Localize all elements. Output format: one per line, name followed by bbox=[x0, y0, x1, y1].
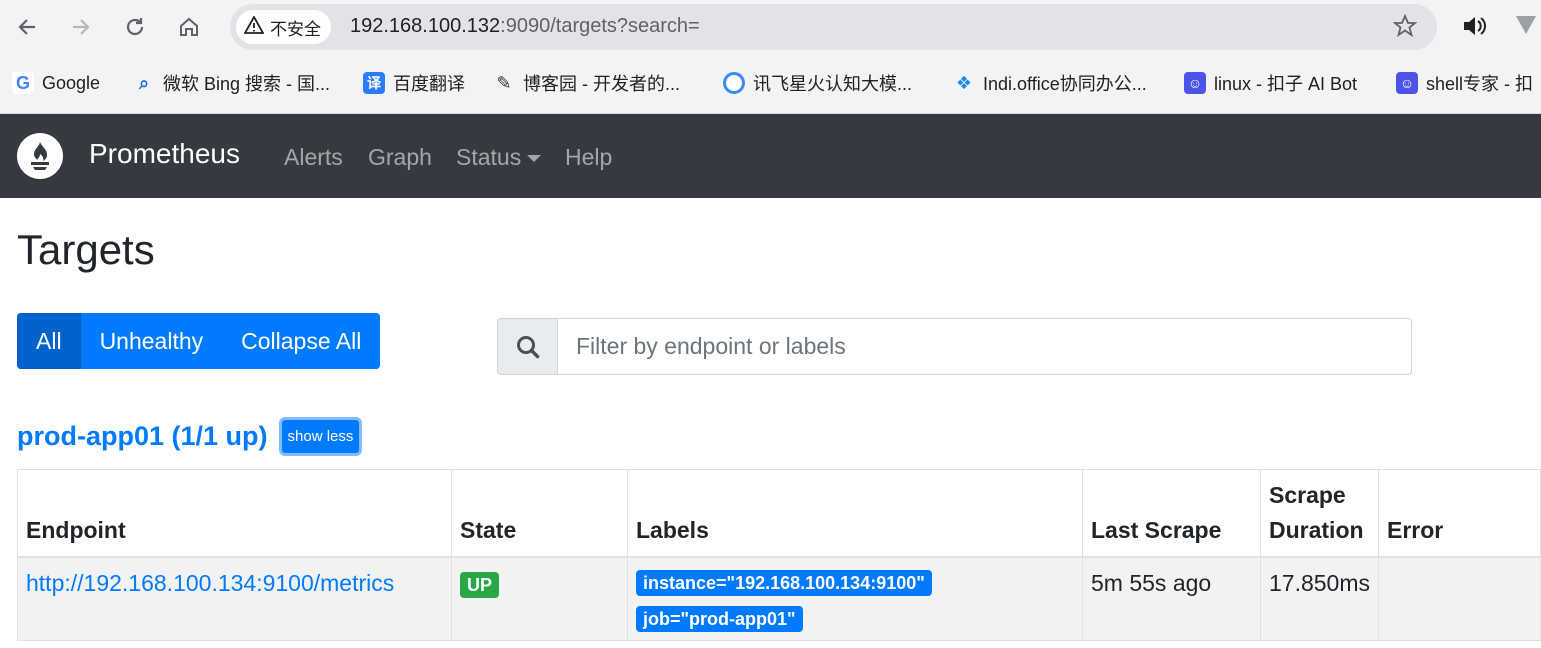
column-header-state: State bbox=[451, 469, 628, 558]
security-chip[interactable]: 不安全 bbox=[236, 10, 331, 44]
prometheus-navbar: Prometheus Alerts Graph Status Help bbox=[0, 114, 1541, 198]
show-less-button[interactable]: show less bbox=[281, 420, 360, 453]
nav-graph[interactable]: Graph bbox=[368, 144, 432, 171]
bookmark-baidu-translate[interactable]: 译 百度翻译 bbox=[363, 68, 465, 98]
indi-icon: ❖ bbox=[955, 72, 973, 93]
last-scrape-cell: 5m 55s ago bbox=[1082, 556, 1261, 641]
job-header: prod-app01 (1/1 up) show less bbox=[17, 420, 360, 453]
cnblogs-icon: ✎ bbox=[496, 72, 512, 93]
bookmark-google[interactable]: G Google bbox=[12, 68, 100, 98]
forward-icon[interactable] bbox=[66, 12, 96, 42]
spark-icon bbox=[723, 72, 745, 94]
column-header-error: Error bbox=[1378, 469, 1541, 558]
search-group bbox=[497, 318, 1412, 375]
filter-button-group: All Unhealthy Collapse All bbox=[17, 313, 381, 369]
labels-cell: instance="192.168.100.134:9100" job="pro… bbox=[627, 556, 1083, 641]
speaker-icon[interactable] bbox=[1460, 12, 1488, 45]
error-cell bbox=[1378, 556, 1541, 641]
security-label: 不安全 bbox=[270, 19, 321, 39]
browser-toolbar: 不安全 192.168.100.132:9090/targets?search= bbox=[0, 0, 1541, 54]
column-header-endpoint: Endpoint bbox=[17, 469, 452, 558]
back-icon[interactable] bbox=[12, 12, 42, 42]
bing-search-icon: ⌕ bbox=[138, 72, 150, 93]
label-badge-instance: instance="192.168.100.134:9100" bbox=[636, 570, 932, 596]
reload-icon[interactable] bbox=[120, 12, 150, 42]
filter-all-button[interactable]: All bbox=[17, 313, 81, 369]
baidu-translate-icon: 译 bbox=[363, 72, 385, 94]
extension-icon[interactable] bbox=[1512, 12, 1540, 45]
table-row: http://192.168.100.134:9100/metrics UP i… bbox=[17, 556, 1541, 641]
brand-title[interactable]: Prometheus bbox=[89, 138, 240, 170]
google-icon: G bbox=[12, 72, 34, 94]
prometheus-logo-icon[interactable] bbox=[17, 133, 63, 179]
url-text[interactable]: 192.168.100.132:9090/targets?search= bbox=[350, 15, 700, 38]
home-icon[interactable] bbox=[174, 12, 204, 42]
scrape-duration-cell: 17.850ms bbox=[1259, 556, 1380, 641]
column-header-scrape-duration: Scrape Duration bbox=[1259, 469, 1380, 558]
bookmark-coze-linux[interactable]: ☺ linux - 扣子 AI Bot bbox=[1184, 68, 1357, 98]
nav-status[interactable]: Status bbox=[456, 144, 542, 171]
job-title-link[interactable]: prod-app01 (1/1 up) bbox=[17, 421, 268, 452]
state-cell: UP bbox=[451, 556, 628, 641]
search-icon bbox=[497, 318, 558, 375]
bookmark-cnblogs[interactable]: ✎ 博客园 - 开发者的... bbox=[493, 68, 680, 98]
endpoint-cell: http://192.168.100.134:9100/metrics bbox=[17, 556, 452, 641]
bookmark-star-icon[interactable] bbox=[1392, 13, 1418, 43]
targets-page: Targets All Unhealthy Collapse All prod-… bbox=[0, 198, 1541, 648]
endpoint-link[interactable]: http://192.168.100.134:9100/metrics bbox=[26, 570, 394, 596]
nav-alerts[interactable]: Alerts bbox=[284, 144, 343, 171]
table-header-row: Endpoint State Labels Last Scrape Scrape… bbox=[17, 469, 1541, 558]
bookmarks-bar: G Google ⌕ 微软 Bing 搜索 - 国... 译 百度翻译 ✎ 博客… bbox=[0, 54, 1541, 114]
column-header-last-scrape: Last Scrape bbox=[1082, 469, 1261, 558]
page-title: Targets bbox=[17, 226, 155, 273]
collapse-all-button[interactable]: Collapse All bbox=[222, 313, 381, 369]
targets-table: Endpoint State Labels Last Scrape Scrape… bbox=[17, 469, 1541, 641]
status-badge: UP bbox=[460, 572, 500, 598]
label-badge-job: job="prod-app01" bbox=[636, 606, 803, 632]
nav-help[interactable]: Help bbox=[565, 144, 612, 171]
column-header-labels: Labels bbox=[627, 469, 1083, 558]
bookmark-indi[interactable]: ❖ Indi.office协同办公... bbox=[953, 68, 1147, 98]
bookmark-bing[interactable]: ⌕ 微软 Bing 搜索 - 国... bbox=[133, 68, 330, 98]
search-input[interactable] bbox=[558, 318, 1412, 375]
bookmark-coze-shell[interactable]: ☺ shell专家 - 扣 bbox=[1396, 68, 1533, 98]
warning-icon bbox=[243, 14, 265, 39]
coze-icon: ☺ bbox=[1396, 72, 1418, 94]
address-bar[interactable]: 不安全 192.168.100.132:9090/targets?search= bbox=[230, 4, 1437, 50]
chevron-down-icon bbox=[527, 155, 542, 163]
filter-unhealthy-button[interactable]: Unhealthy bbox=[80, 313, 223, 369]
bookmark-spark[interactable]: 讯飞星火认知大模... bbox=[723, 68, 912, 98]
coze-icon: ☺ bbox=[1184, 72, 1206, 94]
